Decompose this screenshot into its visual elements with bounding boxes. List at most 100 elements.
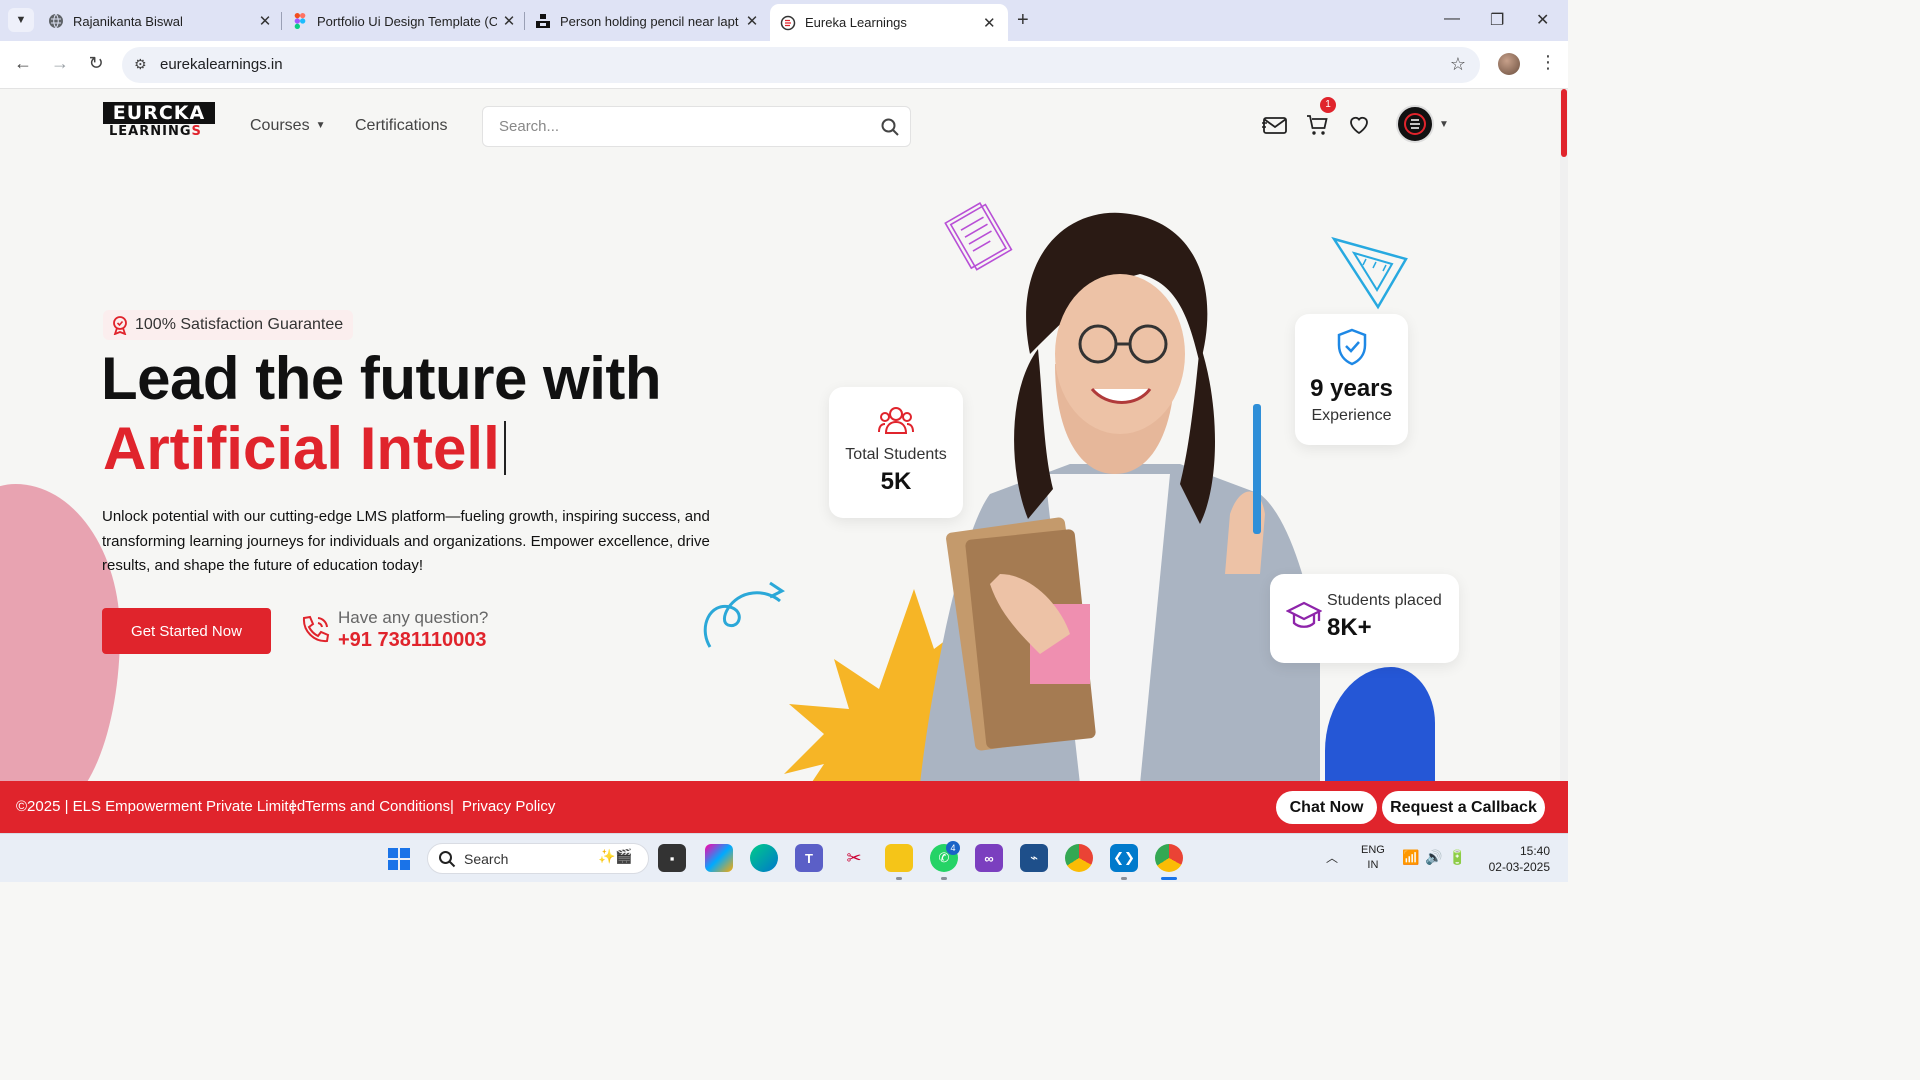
chrome-icon[interactable] [1065, 844, 1093, 872]
edge-icon[interactable] [750, 844, 778, 872]
logo-wordmark: EURCKA [103, 102, 215, 124]
vscode-icon[interactable]: ❮❯ [1110, 844, 1138, 872]
tab-eureka[interactable]: Eureka Learnings ✕ [770, 4, 1008, 41]
scrollbar-thumb[interactable] [1561, 89, 1567, 157]
tab-divider [524, 12, 525, 30]
whatsapp-count-badge: 4 [946, 841, 960, 855]
eureka-favicon-icon [780, 15, 796, 31]
address-bar[interactable]: ⚙ eurekalearnings.in ☆ [122, 47, 1480, 83]
cart-count-badge: 1 [1320, 97, 1336, 113]
nav-courses[interactable]: Courses ▼ [250, 117, 325, 135]
heart-icon[interactable] [1347, 113, 1371, 142]
get-started-button[interactable]: Get Started Now [102, 608, 271, 654]
unsplash-icon [535, 13, 551, 29]
close-icon[interactable]: ✕ [256, 12, 274, 30]
app-icon[interactable]: ⌁ [1020, 844, 1048, 872]
satisfaction-badge: 100% Satisfaction Guarantee [103, 310, 354, 340]
teams-icon[interactable]: T [795, 844, 823, 872]
question-text: Have any question? [338, 608, 489, 627]
profile-avatar[interactable] [1498, 53, 1520, 75]
nav-courses-label: Courses [250, 117, 310, 134]
years-label: Experience [1311, 407, 1392, 424]
browser-toolbar: ← → ↻ ⚙ eurekalearnings.in ☆ ⋮ [0, 41, 1568, 89]
search-highlight-icon: ✨🎬 [598, 848, 633, 864]
wifi-volume-battery-icon[interactable]: 📶🔊🔋 [1402, 849, 1472, 866]
nav-certifications[interactable]: Certifications [355, 117, 447, 135]
hero-title-line2: Artificial Intell [103, 414, 506, 483]
taskbar-search-label: Search [464, 851, 509, 867]
close-icon[interactable]: ✕ [743, 12, 761, 30]
file-explorer-icon[interactable] [885, 844, 913, 872]
visual-studio-icon[interactable]: ∞ [975, 844, 1003, 872]
back-icon[interactable]: ← [11, 53, 35, 74]
chrome-profile-icon[interactable] [1155, 844, 1183, 872]
copilot-icon[interactable] [705, 844, 733, 872]
caret-down-icon[interactable]: ▼ [1439, 119, 1449, 130]
terms-link[interactable]: Terms and Conditions [305, 798, 450, 815]
graduation-cap-icon [1285, 599, 1323, 638]
tab-divider [281, 12, 282, 30]
tab-portfolio[interactable]: Portfolio Ui Design Template (C ✕ [292, 6, 518, 36]
curly-arrow-icon [700, 577, 790, 657]
tab-title: Rajanikanta Biswal [73, 13, 183, 29]
chevron-up-icon[interactable]: ︿ [1326, 849, 1338, 866]
globe-icon [48, 13, 64, 29]
close-icon[interactable]: ✕ [980, 14, 998, 32]
minimize-icon[interactable]: — [1444, 10, 1460, 28]
hero-description: Unlock potential with our cutting-edge L… [102, 508, 710, 574]
logo-subtext: LEARNINGS [109, 124, 202, 139]
url-text[interactable]: eurekalearnings.in [160, 56, 283, 73]
chevron-down-icon: ▼ [15, 14, 27, 26]
mail-icon[interactable] [1261, 113, 1289, 142]
restore-icon[interactable]: ❐ [1490, 10, 1504, 30]
award-icon [113, 316, 127, 335]
tab-rajanikanta[interactable]: Rajanikanta Biswal ✕ [48, 6, 274, 36]
years-value: 9 years [1310, 375, 1393, 402]
footer-bar: ©2025 | ELS Empowerment Private Limited … [0, 781, 1568, 833]
page-scrollbar[interactable] [1560, 89, 1568, 781]
privacy-link[interactable]: Privacy Policy [462, 798, 555, 815]
reload-icon[interactable]: ↻ [84, 53, 108, 74]
tab-title: Person holding pencil near lapt [560, 13, 739, 29]
typing-cursor [503, 421, 506, 475]
badge-text: 100% Satisfaction Guarantee [135, 316, 344, 333]
site-logo[interactable]: EURCKA LEARNINGS [103, 102, 215, 144]
figma-icon [292, 13, 308, 29]
search-icon [438, 850, 456, 873]
system-clock[interactable]: 15:40 02-03-2025 [1478, 843, 1550, 875]
phone-number[interactable]: +91 7381110003 [338, 629, 487, 652]
phone-icon [298, 613, 332, 652]
forward-icon[interactable]: → [48, 53, 72, 74]
students-label: Total Students [845, 446, 947, 463]
new-tab-button[interactable]: + [1017, 10, 1029, 30]
user-avatar[interactable] [1396, 105, 1434, 143]
running-indicator-active [1161, 877, 1177, 880]
taskview-icon[interactable]: ▪ [658, 844, 686, 872]
site-search [482, 106, 911, 147]
more-menu-icon[interactable]: ⋮ [1539, 52, 1557, 73]
students-value: 5K [880, 468, 912, 495]
students-placed-card: Students placed 8K+ [1270, 574, 1459, 663]
bookmark-star-icon[interactable]: ☆ [1450, 54, 1466, 75]
footer-divider: | [291, 798, 295, 815]
language-indicator[interactable]: ENG IN [1361, 843, 1385, 873]
cart-icon[interactable] [1305, 113, 1329, 142]
total-students-card: Total Students 5K [829, 387, 963, 518]
tab-search-button[interactable]: ▼ [8, 8, 34, 32]
users-icon [829, 405, 963, 440]
close-icon[interactable]: ✕ [500, 12, 518, 30]
site-info-icon[interactable]: ⚙ [134, 56, 147, 73]
windows-taskbar: Search ✨🎬 ▪ T ✂ ✆ 4 ∞ ⌁ ❮❯ ︿ ENG IN 📶🔊🔋 1… [0, 833, 1568, 882]
snipping-tool-icon[interactable]: ✂ [840, 844, 868, 872]
caret-down-icon: ▼ [315, 120, 326, 131]
copyright-text: ©2025 | ELS Empowerment Private Limited [16, 798, 306, 815]
tab-unsplash[interactable]: Person holding pencil near lapt ✕ [535, 6, 761, 36]
search-input[interactable] [499, 118, 859, 135]
taskbar-search[interactable]: Search ✨🎬 [427, 843, 649, 874]
windows-start-icon[interactable] [387, 847, 411, 876]
request-callback-button[interactable]: Request a Callback [1382, 791, 1545, 824]
chat-now-button[interactable]: Chat Now [1276, 791, 1377, 824]
tab-title: Eureka Learnings [805, 15, 907, 30]
close-window-icon[interactable]: ✕ [1536, 10, 1549, 30]
search-icon[interactable] [880, 117, 900, 142]
